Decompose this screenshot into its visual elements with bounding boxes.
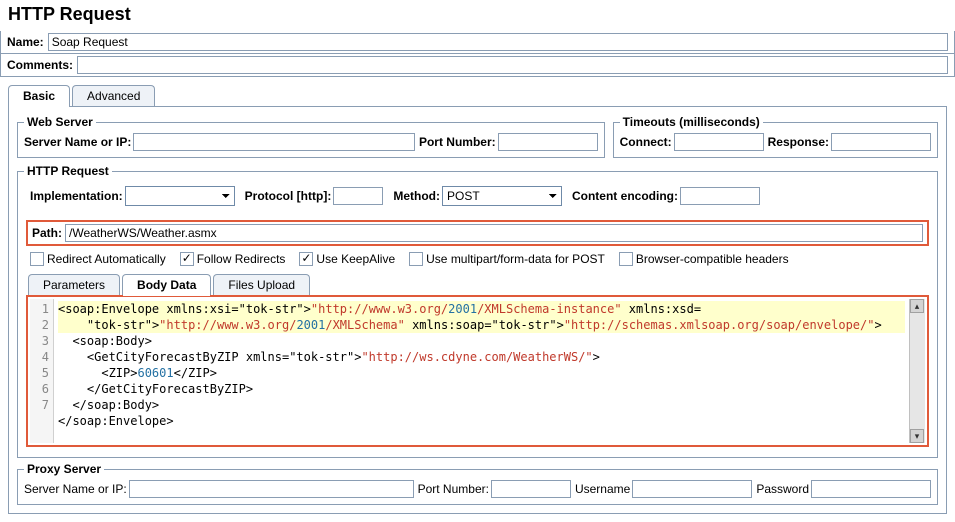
port-number-label: Port Number: <box>419 135 496 149</box>
http-request-legend: HTTP Request <box>24 164 112 178</box>
server-name-label: Server Name or IP: <box>24 135 131 149</box>
vertical-scrollbar[interactable]: ▴ ▾ <box>909 299 925 443</box>
protocol-input[interactable] <box>333 187 383 205</box>
timeouts-fieldset: Timeouts (milliseconds) Connect: Respons… <box>613 115 938 158</box>
proxy-server-name-input[interactable] <box>129 480 414 498</box>
web-server-fieldset: Web Server Server Name or IP: Port Numbe… <box>17 115 605 158</box>
use-multipart-label: Use multipart/form-data for POST <box>426 252 605 266</box>
redirect-automatically-checkbox[interactable] <box>30 252 44 266</box>
scroll-up-icon[interactable]: ▴ <box>910 299 924 313</box>
tab-body-data[interactable]: Body Data <box>122 274 211 295</box>
implementation-label: Implementation: <box>30 189 123 203</box>
path-label: Path: <box>32 226 62 240</box>
content-encoding-input[interactable] <box>680 187 760 205</box>
proxy-username-label: Username <box>575 482 630 496</box>
body-data-code[interactable]: <soap:Envelope xmlns:xsi="tok-str">"http… <box>54 299 909 443</box>
follow-redirects-checkbox[interactable] <box>180 252 194 266</box>
scroll-down-icon[interactable]: ▾ <box>910 429 924 443</box>
path-row: Path: <box>26 220 929 246</box>
proxy-port-label: Port Number: <box>418 482 489 496</box>
name-input[interactable] <box>48 33 948 51</box>
follow-redirects-label: Follow Redirects <box>197 252 286 266</box>
body-data-editor[interactable]: 1234567 <soap:Envelope xmlns:xsi="tok-st… <box>26 295 929 447</box>
use-multipart-checkbox[interactable] <box>409 252 423 266</box>
connect-timeout-input[interactable] <box>674 133 764 151</box>
main-panel: Web Server Server Name or IP: Port Numbe… <box>8 106 947 514</box>
server-name-input[interactable] <box>133 133 415 151</box>
path-input[interactable] <box>65 224 923 242</box>
response-timeout-label: Response: <box>768 135 829 149</box>
redirect-automatically-label: Redirect Automatically <box>47 252 166 266</box>
page-title: HTTP Request <box>0 0 955 31</box>
name-row: Name: <box>0 31 955 54</box>
implementation-select[interactable] <box>125 186 235 206</box>
browser-headers-label: Browser-compatible headers <box>636 252 789 266</box>
main-tabset: Basic Advanced <box>8 85 947 106</box>
proxy-username-input[interactable] <box>632 480 752 498</box>
browser-headers-checkbox[interactable] <box>619 252 633 266</box>
proxy-server-fieldset: Proxy Server Server Name or IP: Port Num… <box>17 462 938 505</box>
proxy-password-label: Password <box>756 482 809 496</box>
method-label: Method: <box>393 189 440 203</box>
web-server-legend: Web Server <box>24 115 96 129</box>
connect-timeout-label: Connect: <box>620 135 672 149</box>
timeouts-legend: Timeouts (milliseconds) <box>620 115 763 129</box>
tab-parameters[interactable]: Parameters <box>28 274 120 295</box>
name-label: Name: <box>7 35 44 49</box>
comments-input[interactable] <box>77 56 948 74</box>
tab-files-upload[interactable]: Files Upload <box>213 274 310 295</box>
options-checkbox-row: Redirect Automatically Follow Redirects … <box>24 250 931 268</box>
port-number-input[interactable] <box>498 133 598 151</box>
response-timeout-input[interactable] <box>831 133 931 151</box>
comments-row: Comments: <box>0 54 955 77</box>
content-encoding-label: Content encoding: <box>572 189 678 203</box>
use-keepalive-checkbox[interactable] <box>299 252 313 266</box>
http-request-fieldset: HTTP Request Implementation: Protocol [h… <box>17 164 938 458</box>
tab-basic[interactable]: Basic <box>8 85 70 106</box>
proxy-server-legend: Proxy Server <box>24 462 104 476</box>
comments-label: Comments: <box>7 58 73 72</box>
tab-advanced[interactable]: Advanced <box>72 85 155 106</box>
method-select[interactable]: POST <box>442 186 562 206</box>
proxy-password-input[interactable] <box>811 480 931 498</box>
use-keepalive-label: Use KeepAlive <box>316 252 395 266</box>
line-number-gutter: 1234567 <box>30 299 54 443</box>
body-tabset: Parameters Body Data Files Upload <box>28 274 927 295</box>
protocol-label: Protocol [http]: <box>245 189 332 203</box>
proxy-server-name-label: Server Name or IP: <box>24 482 127 496</box>
proxy-port-input[interactable] <box>491 480 571 498</box>
